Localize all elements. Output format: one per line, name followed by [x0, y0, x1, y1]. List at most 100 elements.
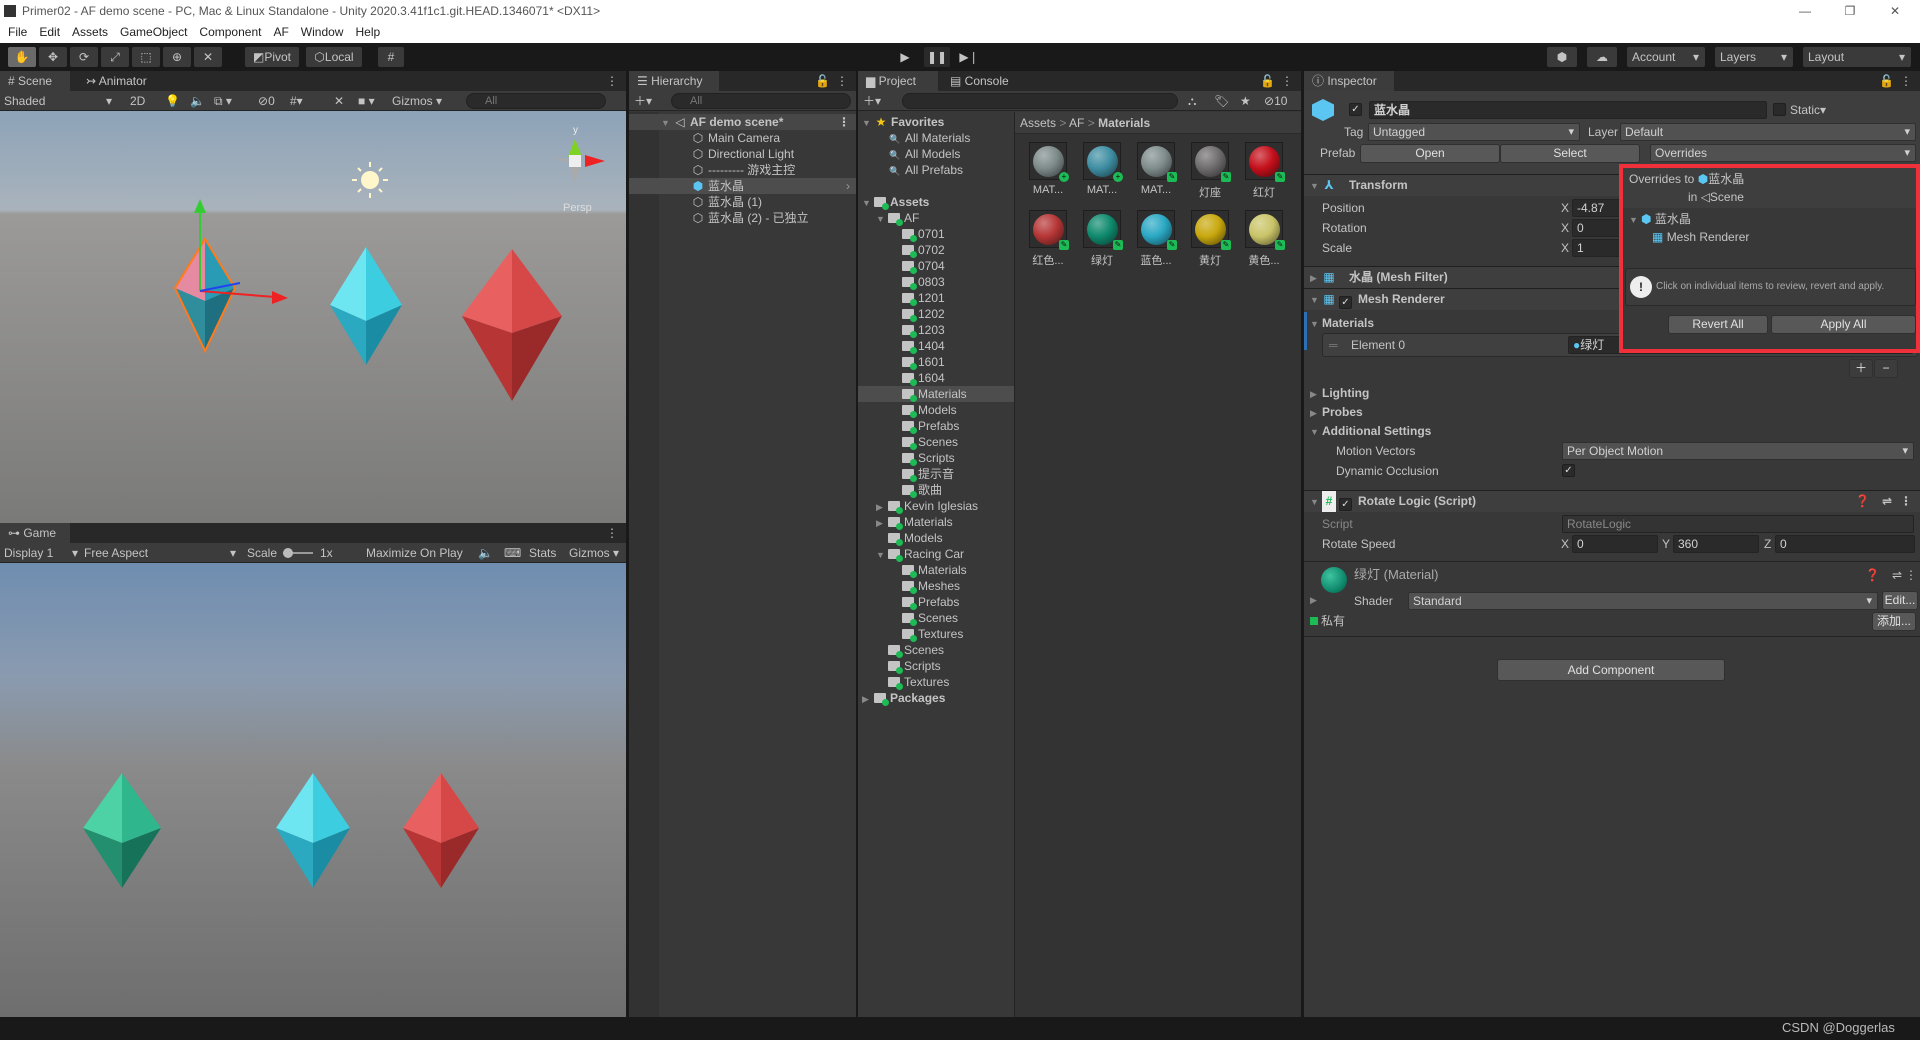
pause-button[interactable]: ❚❚: [924, 47, 950, 67]
filter-by-type-icon[interactable]: ⛬: [1188, 92, 1196, 110]
static-dropdown[interactable]: Static▾: [1790, 102, 1826, 118]
rotate-tool-button[interactable]: ⟳: [70, 47, 98, 67]
hierarchy-item[interactable]: ⬢ 蓝水晶 ›: [629, 178, 856, 194]
shading-mode-dropdown[interactable]: Shaded ▾: [4, 92, 116, 110]
expand-triangle-icon[interactable]: ▼: [862, 195, 874, 211]
remove-element-button[interactable]: −: [1874, 359, 1898, 378]
expand-triangle-icon[interactable]: ▼: [876, 211, 888, 227]
account-dropdown[interactable]: Account ▾: [1627, 47, 1705, 67]
active-checkbox[interactable]: ✓: [1349, 103, 1362, 116]
favorite-star-icon[interactable]: ★: [1240, 92, 1251, 110]
help-icon[interactable]: ❓: [1865, 567, 1880, 583]
project-tree-item[interactable]: Materials: [858, 562, 1014, 578]
project-tree-item[interactable]: 1202: [858, 306, 1014, 322]
object-name-input[interactable]: 蓝水晶: [1369, 101, 1767, 119]
project-tree-item[interactable]: ▼ AF: [858, 210, 1014, 226]
rotate-logic-enabled-checkbox[interactable]: ✓: [1339, 498, 1352, 511]
project-tree-item[interactable]: ▼ Assets: [858, 194, 1014, 210]
scene-root-item[interactable]: ▼ ◁ AF demo scene* ⋮: [629, 114, 856, 130]
rotate-speed-x-input[interactable]: 0: [1572, 535, 1658, 553]
tab-animator[interactable]: ↣ Animator: [78, 71, 155, 91]
shader-edit-button[interactable]: Edit...: [1882, 591, 1918, 610]
shader-dropdown[interactable]: Standard: [1408, 592, 1878, 610]
tab-game[interactable]: ⊶ Game: [0, 523, 70, 543]
create-dropdown[interactable]: ＋▾: [634, 92, 652, 110]
restore-button[interactable]: ❐: [1840, 0, 1860, 22]
stats-toggle[interactable]: Stats: [529, 544, 556, 562]
menu-component[interactable]: Component: [199, 25, 261, 39]
static-checkbox[interactable]: [1773, 103, 1786, 116]
lighting-toggle-icon[interactable]: 💡: [165, 92, 180, 110]
project-tree-item[interactable]: 🔍 All Materials: [858, 130, 1014, 146]
project-tree-item[interactable]: ▶ Materials: [858, 514, 1014, 530]
cloud-button[interactable]: ☁: [1587, 47, 1617, 67]
project-tree-item[interactable]: ▶ Kevin Iglesias: [858, 498, 1014, 514]
hand-tool-button[interactable]: ✋: [8, 47, 36, 67]
gizmo-projection-label[interactable]: Persp: [563, 202, 592, 214]
project-tree-item[interactable]: 0803: [858, 274, 1014, 290]
lighting-foldout[interactable]: ▶ Lighting: [1310, 385, 1369, 402]
hierarchy-item[interactable]: ⬡ Main Camera: [629, 130, 856, 146]
scale-slider[interactable]: [283, 544, 313, 562]
crystal-cyan[interactable]: [330, 247, 402, 365]
project-search-input[interactable]: [902, 93, 1178, 109]
tab-console[interactable]: ▤ Console: [942, 71, 1017, 91]
menu-help[interactable]: Help: [355, 25, 380, 39]
scale-tool-button[interactable]: ⤢: [101, 47, 129, 67]
expand-triangle-icon[interactable]: ▶: [862, 691, 874, 707]
material-asset[interactable]: ✎: [1083, 210, 1123, 250]
display-dropdown[interactable]: Display 1 ▾: [4, 544, 78, 562]
layout-dropdown[interactable]: Layout ▾: [1803, 47, 1911, 67]
crystal-selected[interactable]: [173, 199, 288, 354]
project-tree-item[interactable]: ▼ Racing Car: [858, 546, 1014, 562]
project-tree-item[interactable]: 1601: [858, 354, 1014, 370]
prefab-overrides-dropdown[interactable]: Overrides: [1650, 144, 1916, 162]
transform-tool-button[interactable]: ⊕: [163, 47, 191, 67]
tab-scene[interactable]: # Scene: [0, 71, 70, 91]
filter-by-label-icon[interactable]: 🏷: [1214, 92, 1229, 110]
scene-orientation-gizmo[interactable]: y: [553, 125, 605, 183]
hierarchy-item[interactable]: ⬡ Directional Light: [629, 146, 856, 162]
material-asset[interactable]: ✎: [1245, 210, 1285, 250]
effects-dropdown[interactable]: ⧉ ▾: [214, 92, 232, 110]
tab-project[interactable]: ▆ Project: [858, 71, 938, 91]
project-tree-item[interactable]: 🔍 All Models: [858, 146, 1014, 162]
game-gizmos-dropdown[interactable]: Gizmos ▾: [569, 544, 619, 562]
hierarchy-item[interactable]: ⬡ 蓝水晶 (1): [629, 194, 856, 210]
presets-icon[interactable]: ⇌: [1892, 567, 1902, 583]
maximize-on-play-toggle[interactable]: Maximize On Play: [366, 544, 463, 562]
aspect-dropdown[interactable]: Free Aspect ▾: [84, 544, 238, 562]
material-asset[interactable]: ✎: [1029, 210, 1069, 250]
probes-foldout[interactable]: ▶ Probes: [1310, 404, 1363, 421]
minimize-button[interactable]: —: [1795, 0, 1815, 22]
local-button[interactable]: ⬡Local: [306, 47, 362, 67]
project-tree-item[interactable]: 🔍 All Prefabs: [858, 162, 1014, 178]
project-menu-button[interactable]: ⋮: [1273, 71, 1301, 91]
add-label-button[interactable]: 添加...: [1872, 612, 1916, 631]
rect-tool-button[interactable]: ⬚: [132, 47, 160, 67]
move-tool-button[interactable]: ✥: [39, 47, 67, 67]
material-asset[interactable]: ✎: [1191, 210, 1231, 250]
project-tree-item[interactable]: ▼ ★ Favorites: [858, 114, 1014, 130]
scene-viewport[interactable]: y Persp: [0, 111, 626, 523]
project-tree-item[interactable]: Models: [858, 402, 1014, 418]
project-tree-item[interactable]: Materials: [858, 386, 1014, 402]
breadcrumb-item[interactable]: Assets: [1020, 116, 1056, 130]
hidden-packages-toggle[interactable]: ⊘10: [1264, 92, 1287, 110]
hierarchy-item[interactable]: ⬡ --------- 游戏主控: [629, 162, 856, 178]
expand-triangle-icon[interactable]: ▶: [876, 515, 888, 531]
override-tree-root[interactable]: ▼ ⬢ 蓝水晶: [1629, 211, 1691, 228]
expand-triangle-icon[interactable]: ▼: [862, 115, 874, 131]
menu-window[interactable]: Window: [301, 25, 344, 39]
expand-triangle-icon[interactable]: ▼: [661, 115, 673, 131]
material-asset[interactable]: ✎: [1245, 142, 1285, 182]
hierarchy-search-input[interactable]: All: [671, 93, 851, 109]
project-tree-item[interactable]: 0701: [858, 226, 1014, 242]
tab-inspector[interactable]: ⓘ Inspector: [1304, 71, 1394, 91]
apply-all-button[interactable]: Apply All: [1771, 315, 1916, 334]
rotate-speed-z-input[interactable]: 0: [1775, 535, 1915, 553]
project-tree-item[interactable]: Models: [858, 530, 1014, 546]
materials-foldout[interactable]: ▼ Materials: [1310, 315, 1374, 332]
project-tree-item[interactable]: 1203: [858, 322, 1014, 338]
motion-vectors-dropdown[interactable]: Per Object Motion: [1562, 442, 1914, 460]
